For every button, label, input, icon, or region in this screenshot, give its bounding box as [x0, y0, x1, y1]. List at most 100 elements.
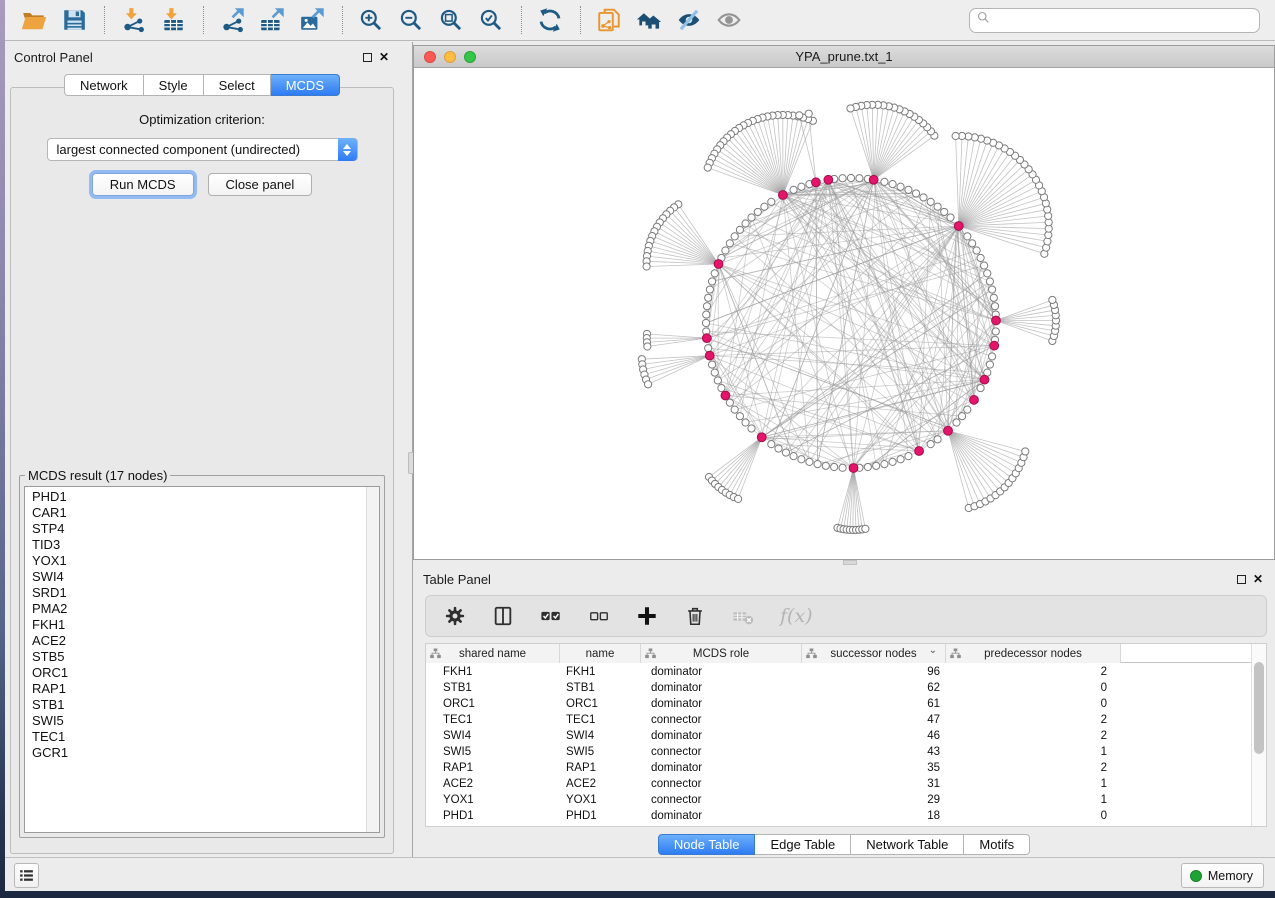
mcds-result-item[interactable]: STB5 — [25, 649, 365, 665]
table-cell[interactable]: 31 — [802, 776, 946, 792]
table-row[interactable]: ORC1ORC1dominator610 — [426, 696, 1251, 712]
gear-button[interactable] — [442, 603, 468, 629]
table-scrollbar[interactable] — [1251, 644, 1266, 826]
table-cell[interactable]: 2 — [946, 712, 1121, 728]
zoom-selected-button[interactable] — [475, 4, 509, 36]
table-cell[interactable]: connector — [641, 776, 802, 792]
show-all-button[interactable] — [713, 4, 747, 36]
table-cell[interactable]: 2 — [946, 760, 1121, 776]
tab-network[interactable]: Network — [64, 74, 144, 96]
table-cell[interactable]: 35 — [802, 760, 946, 776]
mcds-result-item[interactable]: GCR1 — [25, 745, 365, 761]
table-float-icon[interactable] — [1237, 575, 1246, 584]
columns-button[interactable] — [490, 603, 516, 629]
hide-selected-button[interactable] — [673, 4, 707, 36]
table-row[interactable]: YOX1YOX1connector291 — [426, 792, 1251, 808]
table-cell[interactable]: 0 — [946, 808, 1121, 824]
search-box[interactable] — [969, 8, 1260, 33]
column-header-shared-name[interactable]: shared name — [426, 644, 560, 663]
delete-button[interactable] — [682, 603, 708, 629]
column-header-predecessor-nodes[interactable]: predecessor nodes — [946, 644, 1121, 663]
mcds-result-item[interactable]: SWI5 — [25, 713, 365, 729]
zoom-out-button[interactable] — [395, 4, 429, 36]
table-cell[interactable]: dominator — [641, 680, 802, 696]
table-cell[interactable]: 18 — [802, 808, 946, 824]
close-mcds-panel-button[interactable]: Close panel — [208, 173, 313, 196]
table-row[interactable]: TEC1TEC1connector472 — [426, 712, 1251, 728]
import-network-button[interactable] — [117, 4, 151, 36]
deselect-all-button[interactable] — [586, 603, 612, 629]
table-cell[interactable]: ORC1 — [560, 696, 641, 712]
table-cell[interactable]: 1 — [946, 776, 1121, 792]
tab-select[interactable]: Select — [204, 74, 271, 96]
network-titlebar[interactable]: YPA_prune.txt_1 — [414, 46, 1274, 68]
table-cell[interactable]: YOX1 — [560, 792, 641, 808]
table-cell[interactable]: STB1 — [426, 680, 560, 696]
table-tab-network-table[interactable]: Network Table — [851, 834, 964, 855]
save-button[interactable] — [58, 4, 92, 36]
table-row[interactable]: SWI5SWI5connector431 — [426, 744, 1251, 760]
mcds-result-item[interactable]: FKH1 — [25, 617, 365, 633]
mcds-result-item[interactable]: TID3 — [25, 537, 365, 553]
zoom-in-button[interactable] — [355, 4, 389, 36]
import-table-button[interactable] — [157, 4, 191, 36]
duplicate-network-button[interactable] — [593, 4, 627, 36]
criterion-dropdown[interactable]: largest connected component (undirected) — [47, 138, 358, 161]
table-cell[interactable]: dominator — [641, 808, 802, 824]
table-cell[interactable]: 62 — [802, 680, 946, 696]
table-row[interactable]: SWI4SWI4dominator462 — [426, 728, 1251, 744]
table-cell[interactable]: SWI5 — [560, 744, 641, 760]
result-list-scrollbar[interactable] — [366, 487, 379, 832]
mcds-result-list[interactable]: PHD1CAR1STP4TID3YOX1SWI4SRD1PMA2FKH1ACE2… — [24, 486, 380, 833]
table-cell[interactable]: connector — [641, 792, 802, 808]
export-image-button[interactable] — [296, 4, 330, 36]
table-cell[interactable]: connector — [641, 744, 802, 760]
mcds-result-item[interactable]: STB1 — [25, 697, 365, 713]
table-cell[interactable]: RAP1 — [426, 760, 560, 776]
table-cell[interactable]: RAP1 — [560, 760, 641, 776]
select-all-button[interactable] — [538, 603, 564, 629]
refresh-button[interactable] — [534, 4, 568, 36]
table-cell[interactable]: ORC1 — [426, 696, 560, 712]
mcds-result-item[interactable]: SRD1 — [25, 585, 365, 601]
open-button[interactable] — [18, 4, 52, 36]
table-cell[interactable]: 47 — [802, 712, 946, 728]
mcds-result-item[interactable]: YOX1 — [25, 553, 365, 569]
table-cell[interactable]: FKH1 — [560, 664, 641, 680]
first-neighbors-button[interactable] — [633, 4, 667, 36]
table-cell[interactable]: 2 — [946, 664, 1121, 680]
table-tab-node-table[interactable]: Node Table — [658, 834, 756, 855]
table-cell[interactable]: SWI4 — [426, 728, 560, 744]
mcds-result-item[interactable]: SWI4 — [25, 569, 365, 585]
column-header-successor-nodes[interactable]: successor nodes⌄ — [802, 644, 946, 663]
table-tab-motifs[interactable]: Motifs — [964, 834, 1030, 855]
zoom-fit-button[interactable] — [435, 4, 469, 36]
table-cell[interactable]: dominator — [641, 760, 802, 776]
table-cell[interactable]: 46 — [802, 728, 946, 744]
search-input[interactable] — [991, 10, 1259, 30]
table-cell[interactable]: dominator — [641, 696, 802, 712]
table-cell[interactable]: PHD1 — [560, 808, 641, 824]
mcds-result-item[interactable]: STP4 — [25, 521, 365, 537]
table-cell[interactable]: 29 — [802, 792, 946, 808]
task-history-button[interactable] — [14, 863, 39, 888]
table-cell[interactable]: PHD1 — [426, 808, 560, 824]
table-row[interactable]: PHD1PHD1dominator180 — [426, 808, 1251, 824]
table-cell[interactable]: 1 — [946, 792, 1121, 808]
table-cell[interactable]: ACE2 — [560, 776, 641, 792]
export-table-button[interactable] — [256, 4, 290, 36]
table-cell[interactable]: 0 — [946, 696, 1121, 712]
mcds-result-item[interactable]: PHD1 — [25, 489, 365, 505]
table-cell[interactable]: STB1 — [560, 680, 641, 696]
table-cell[interactable]: 43 — [802, 744, 946, 760]
table-cell[interactable]: ACE2 — [426, 776, 560, 792]
export-network-button[interactable] — [216, 4, 250, 36]
table-cell[interactable]: TEC1 — [426, 712, 560, 728]
table-row[interactable]: FKH1FKH1dominator962 — [426, 664, 1251, 680]
table-cell[interactable]: TEC1 — [560, 712, 641, 728]
table-tab-edge-table[interactable]: Edge Table — [755, 834, 851, 855]
table-cell[interactable]: YOX1 — [426, 792, 560, 808]
table-row[interactable]: RAP1RAP1dominator352 — [426, 760, 1251, 776]
table-close-icon[interactable]: ✕ — [1253, 574, 1263, 584]
table-scrollbar-thumb[interactable] — [1254, 662, 1264, 754]
